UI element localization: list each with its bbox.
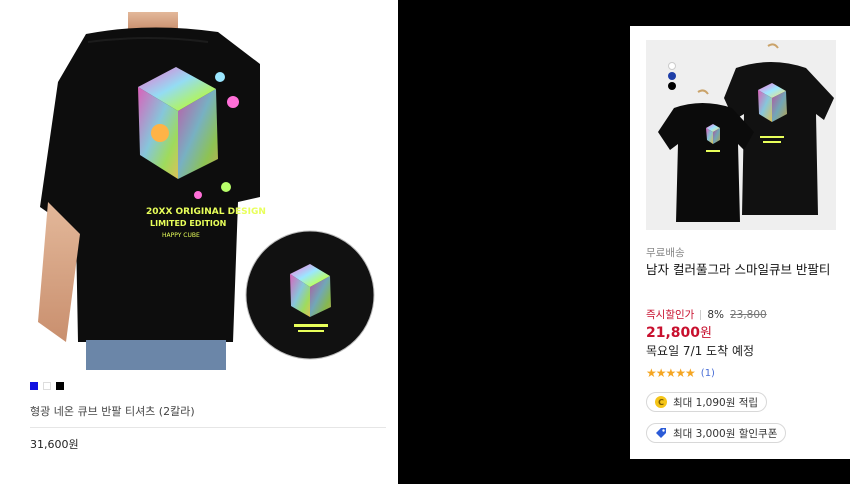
zoom-detail-circle — [245, 230, 375, 360]
discount-percent: 8% — [707, 308, 724, 321]
print-text-line1: 20XX ORIGINAL DESIGN — [146, 207, 266, 217]
swatch-blue[interactable] — [668, 72, 676, 80]
sale-price-unit: 원 — [700, 326, 712, 341]
product-title[interactable]: 남자 컬러풀그라 스마일큐브 반팔티 — [646, 261, 842, 278]
product-card-left[interactable]: 20XX ORIGINAL DESIGN LIMITED EDITION HAP… — [0, 0, 398, 484]
sale-price: 21,800원 — [646, 322, 712, 341]
product-image-main[interactable]: 20XX ORIGINAL DESIGN LIMITED EDITION HAP… — [28, 12, 380, 370]
swatch-blue[interactable] — [30, 382, 38, 390]
coupon-tag-icon — [656, 428, 666, 438]
discount-label: 즉시할인가 — [646, 309, 695, 321]
product-card-right[interactable]: 무료배송 남자 컬러풀그라 스마일큐브 반팔티 즉시할인가 8% 23,800 … — [630, 26, 850, 459]
product-title[interactable]: 형광 네온 큐브 반팔 티셔츠 (2칼라) — [30, 403, 195, 419]
swatch-black[interactable] — [56, 382, 64, 390]
product-thumbnail[interactable] — [646, 40, 836, 230]
delivery-estimate: 목요일 7/1 도착 예정 — [646, 344, 755, 358]
swatch-white[interactable] — [668, 62, 676, 70]
sale-price-value: 21,800 — [646, 325, 701, 341]
tshirt-back-photo: 20XX ORIGINAL DESIGN LIMITED EDITION HAP… — [38, 12, 375, 370]
color-dots — [668, 62, 676, 90]
coupon-pill[interactable]: 최대 3,000원 할인쿠폰 — [646, 423, 787, 443]
star-rating-icon: ★★★★★ — [646, 366, 696, 380]
swatch-black[interactable] — [668, 82, 676, 90]
rating[interactable]: ★★★★★ (1) — [646, 366, 715, 380]
color-swatches — [30, 382, 64, 390]
print-text-line3: HAPPY CUBE — [162, 232, 200, 239]
print-text-line2: LIMITED EDITION — [150, 219, 226, 228]
coupon-label: 최대 3,000원 할인쿠폰 — [673, 427, 778, 440]
reward-points-pill[interactable]: C 최대 1,090원 적립 — [646, 392, 768, 412]
separator — [700, 309, 702, 320]
product-price: 31,600원 — [30, 438, 79, 451]
divider — [30, 427, 386, 428]
free-shipping-badge: 무료배송 — [646, 247, 685, 259]
swatch-white[interactable] — [43, 382, 51, 390]
review-count[interactable]: (1) — [701, 368, 715, 379]
coin-icon: C — [655, 396, 667, 408]
original-price: 23,800 — [729, 308, 767, 321]
discount-row: 즉시할인가 8% 23,800 — [646, 307, 767, 322]
reward-label: 최대 1,090원 적립 — [673, 396, 759, 409]
